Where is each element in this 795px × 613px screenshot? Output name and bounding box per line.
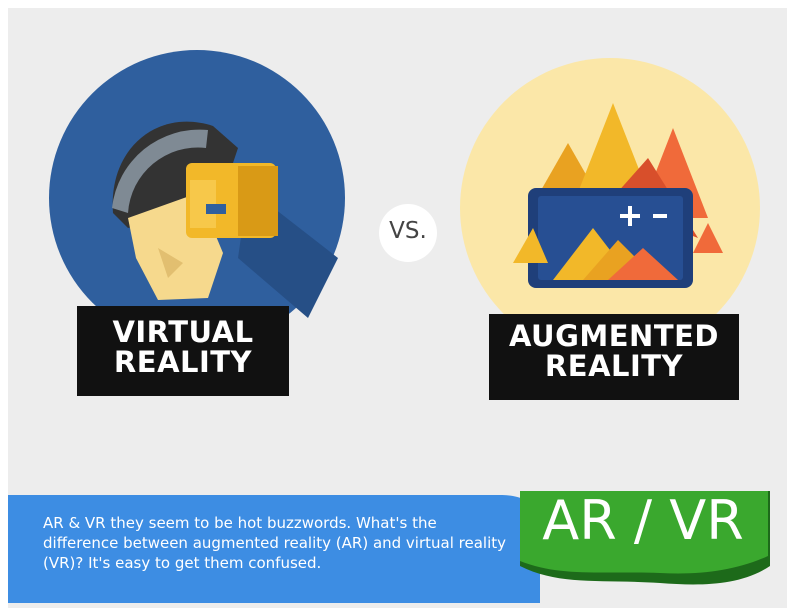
ar-label-line1: AUGMENTED [508,319,719,353]
infographic: VIRTUAL REALITY AUGMENTED REALITY VS. AR… [0,0,795,613]
mountain-tablet-icon [460,58,760,358]
vr-label-line2: REALITY [113,344,253,379]
ar-vr-badge: AR / VR [542,489,744,552]
vr-headset-icon [49,50,345,346]
vr-label: VIRTUAL REALITY [77,306,289,396]
vs-text: VS. [389,218,427,244]
ar-label: AUGMENTED REALITY [489,314,739,400]
description-text: AR & VR they seem to be hot buzzwords. W… [43,514,507,572]
vr-label-line1: VIRTUAL [112,315,254,349]
ar-label-line2: REALITY [544,348,684,383]
